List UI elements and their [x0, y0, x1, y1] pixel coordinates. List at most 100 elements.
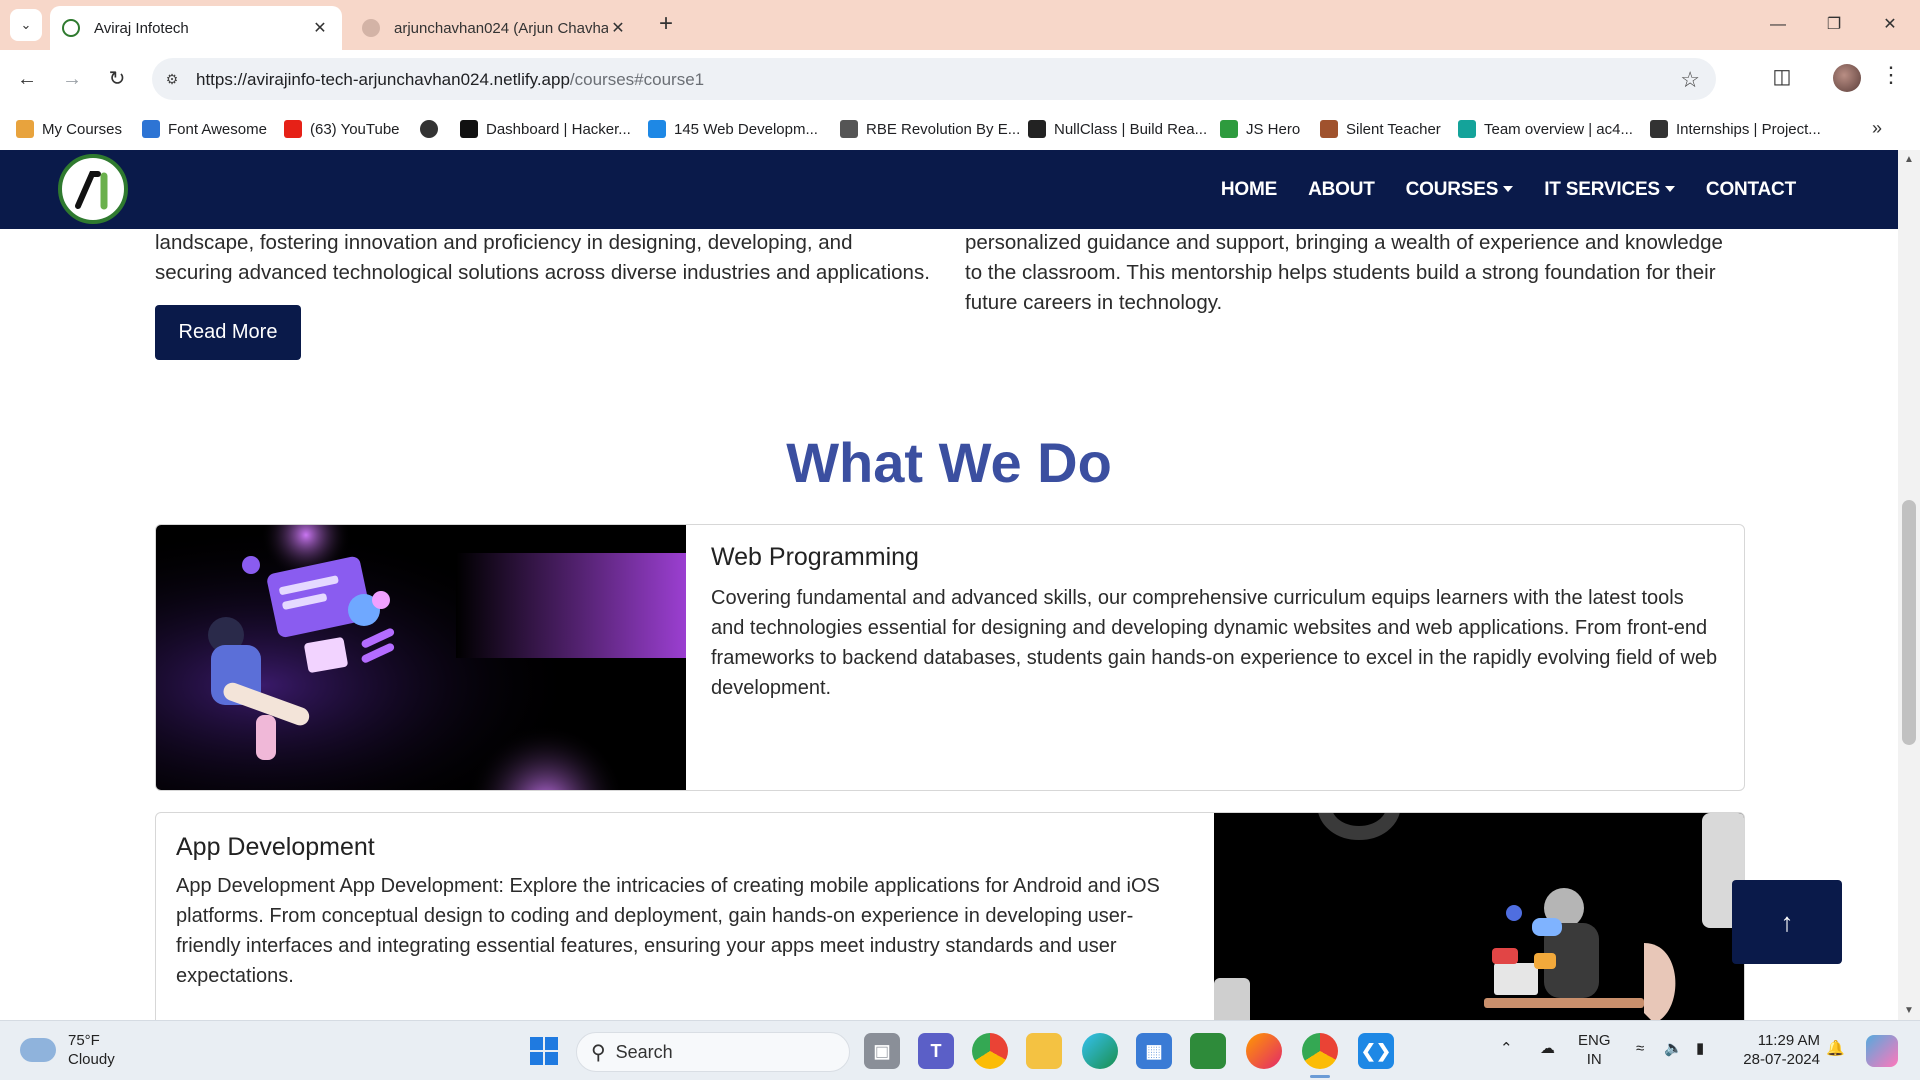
bookmark-label: NullClass | Build Rea...	[1054, 120, 1208, 138]
caret-down-icon	[1664, 186, 1675, 193]
arrow-up-icon: ↑	[1780, 906, 1794, 937]
bookmark-item[interactable]	[420, 117, 446, 141]
nav-contact[interactable]: CONTACT	[1706, 179, 1796, 201]
nav-courses-label: COURSES	[1405, 178, 1499, 200]
avatar[interactable]	[1833, 64, 1861, 92]
tab-title: arjunchavhan024 (Arjun Chavha	[394, 19, 608, 37]
bookmark-label: Silent Teacher	[1346, 120, 1441, 138]
bookmark-item[interactable]: RBE Revolution By E...	[840, 117, 1020, 141]
url-text[interactable]: https://avirajinfo-tech-arjunchavhan024.…	[196, 70, 704, 90]
nav-home[interactable]: HOME	[1221, 179, 1277, 201]
copilot-icon[interactable]	[1866, 1035, 1898, 1067]
windows-start-icon[interactable]	[526, 1033, 562, 1069]
taskbar-search[interactable]: ⚲ Search	[576, 1032, 850, 1072]
nav-about[interactable]: ABOUT	[1308, 179, 1375, 201]
bookmark-item[interactable]: (63) YouTube	[284, 117, 400, 141]
compass-icon	[1650, 120, 1668, 138]
read-more-button[interactable]: Read More	[155, 305, 301, 360]
wifi-icon[interactable]: ≈	[1636, 1039, 1644, 1058]
bookmarks-bar: » My Courses Font Awesome (63) YouTube Dash…	[0, 108, 1920, 150]
bookmark-label: (63) YouTube	[310, 120, 400, 138]
nav-courses-dropdown[interactable]: COURSES	[1406, 179, 1514, 201]
taskbar-search-label: Search	[615, 1041, 673, 1062]
microsoft-store-icon[interactable]: ▦	[1136, 1033, 1172, 1069]
forward-button[interactable]: →	[57, 64, 87, 94]
task-view-icon[interactable]: ▣	[864, 1033, 900, 1069]
app-development-image	[1214, 813, 1744, 1020]
close-window-button[interactable]: ✕	[1870, 10, 1910, 40]
close-icon[interactable]: ✕	[608, 18, 628, 38]
scroll-down-arrow-icon[interactable]: ▼	[1904, 1005, 1914, 1016]
bookmark-item[interactable]: 145 Web Developm...	[648, 117, 818, 141]
scroll-up-arrow-icon[interactable]: ▲	[1904, 154, 1914, 165]
file-explorer-icon[interactable]	[1026, 1033, 1062, 1069]
chevron-up-icon[interactable]: ⌃	[1500, 1039, 1513, 1058]
bookmark-label: My Courses	[42, 120, 123, 138]
caret-down-icon	[1503, 186, 1514, 193]
restore-button[interactable]: ❐	[1814, 10, 1854, 40]
tab-aviraj-infotech[interactable]: Aviraj Infotech ✕	[50, 6, 342, 50]
scroll-to-top-button[interactable]: ↑	[1732, 880, 1842, 964]
bookmark-item[interactable]: Team overview | ac4...	[1458, 117, 1633, 141]
youtube-icon	[284, 120, 302, 138]
clock[interactable]: 11:29 AM 28-07-2024	[1734, 1031, 1820, 1069]
chrome-icon[interactable]	[972, 1033, 1008, 1069]
meet-icon[interactable]	[1190, 1033, 1226, 1069]
close-icon[interactable]: ✕	[310, 18, 330, 38]
site-navbar: HOME ABOUT COURSES IT SERVICES CONTACT	[0, 150, 1898, 229]
weather-temp: 75°F	[68, 1032, 100, 1049]
battery-icon[interactable]: ▮	[1696, 1039, 1704, 1058]
chevron-double-right-icon[interactable]: »	[1872, 118, 1882, 139]
bookmark-item[interactable]: Internships | Project...	[1650, 117, 1821, 141]
bookmark-item[interactable]: Dashboard | Hacker...	[460, 117, 631, 141]
site-info-icon[interactable]: ⚙	[162, 69, 182, 89]
nav-it-services-dropdown[interactable]: IT SERVICES	[1544, 179, 1675, 201]
reload-button[interactable]: ↻	[102, 64, 132, 94]
aviraj-logo[interactable]	[58, 154, 128, 224]
bookmark-item[interactable]: My Courses	[16, 117, 122, 141]
bookmark-item[interactable]: Silent Teacher	[1320, 117, 1441, 141]
vscode-icon[interactable]: ❮❯	[1358, 1033, 1394, 1069]
clock-time: 11:29 AM	[1757, 1032, 1820, 1049]
page-viewport: HOME ABOUT COURSES IT SERVICES CONTACT l…	[0, 150, 1898, 1020]
page-scrollbar[interactable]: ▲ ▼	[1898, 150, 1920, 1020]
bookmark-label: Dashboard | Hacker...	[486, 120, 631, 138]
back-button[interactable]: ←	[12, 64, 42, 94]
notification-bell-icon[interactable]: 🔔	[1826, 1039, 1845, 1058]
crown-icon	[16, 120, 34, 138]
minimize-button[interactable]: —	[1758, 10, 1798, 40]
bookmark-item[interactable]: Font Awesome	[142, 117, 267, 141]
more-menu-icon[interactable]: ⋮	[1880, 62, 1902, 92]
firefox-icon[interactable]	[1246, 1033, 1282, 1069]
volume-icon[interactable]: 🔈	[1664, 1039, 1683, 1058]
onedrive-icon[interactable]: ☁	[1540, 1039, 1555, 1058]
jshero-icon	[1220, 120, 1238, 138]
language-indicator[interactable]: ENG IN	[1578, 1031, 1611, 1069]
teams-icon[interactable]: T	[918, 1033, 954, 1069]
scrollbar-thumb[interactable]	[1902, 500, 1916, 745]
url-host: https://avirajinfo-tech-arjunchavhan024.…	[196, 70, 570, 89]
hackerrank-icon	[460, 120, 478, 138]
windows-taskbar: 75°F Cloudy ⚲ Search ▣ T ▦ ❮❯ ⌃ ☁ ENG IN…	[0, 1020, 1920, 1080]
edge-icon[interactable]	[1082, 1033, 1118, 1069]
tab-github[interactable]: arjunchavhan024 (Arjun Chavha ✕	[350, 6, 640, 50]
star-icon[interactable]: ☆	[1680, 67, 1700, 93]
nav-it-services-label: IT SERVICES	[1544, 178, 1660, 200]
bookmark-label: RBE Revolution By E...	[866, 120, 1021, 138]
bookmark-item[interactable]: JS Hero	[1220, 117, 1300, 141]
card-title: App Development	[176, 833, 375, 861]
nav-links: HOME ABOUT COURSES IT SERVICES CONTACT	[1190, 150, 1796, 229]
new-tab-button[interactable]: +	[652, 11, 680, 39]
bookmark-label: Team overview | ac4...	[1484, 120, 1633, 138]
bookmark-item[interactable]: NullClass | Build Rea...	[1028, 117, 1207, 141]
card-web-programming: Web Programming Covering fundamental and…	[155, 524, 1745, 791]
address-bar[interactable]: ⚙ https://avirajinfo-tech-arjunchavhan02…	[152, 58, 1716, 100]
extensions-icon[interactable]: ◫	[1768, 64, 1796, 92]
web-programming-image	[156, 525, 686, 790]
browser-toolbar: ← → ↻ ⚙ https://avirajinfo-tech-arjuncha…	[0, 50, 1920, 108]
weather-widget[interactable]: 75°F Cloudy	[20, 1031, 115, 1069]
chrome-profile-icon[interactable]	[1302, 1033, 1338, 1069]
tab-title: Aviraj Infotech	[94, 19, 189, 37]
tab-search-button[interactable]: ⌄	[10, 9, 42, 41]
language-code: ENG	[1578, 1032, 1611, 1049]
